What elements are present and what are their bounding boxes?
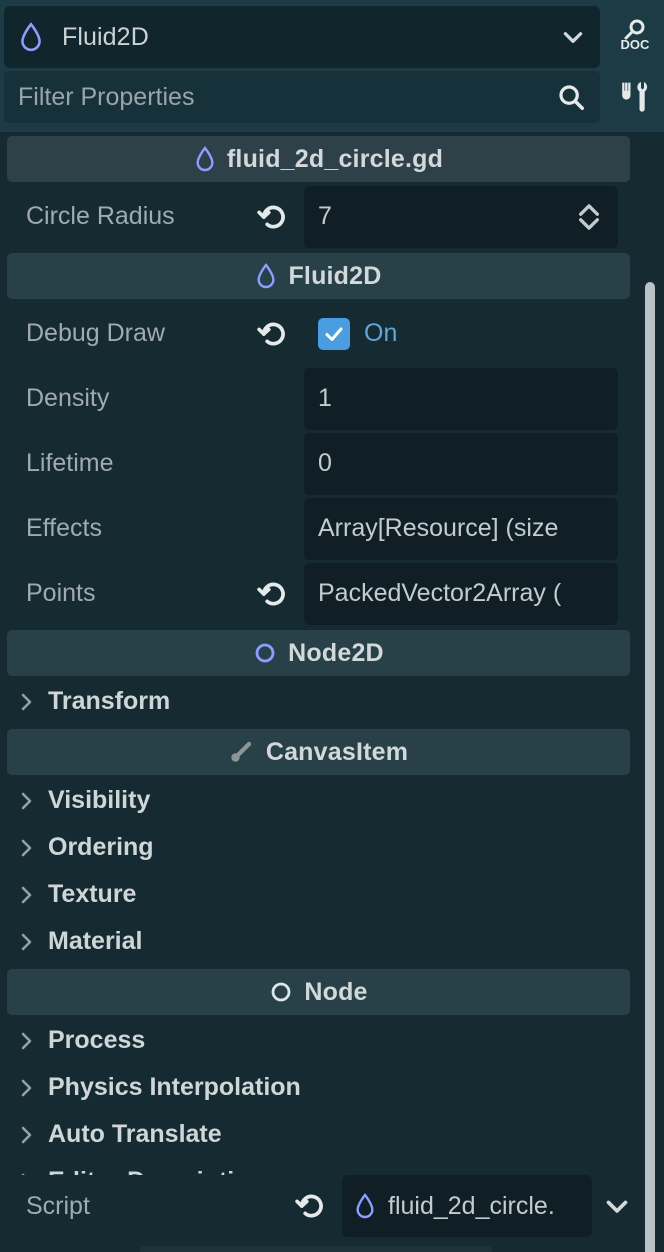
- property-label: Points: [26, 579, 96, 607]
- section-label: Physics Interpolation: [48, 1073, 301, 1101]
- filter-properties-box[interactable]: Filter Properties: [4, 71, 600, 123]
- object-tools-icon: [622, 82, 648, 112]
- value-text: 0: [318, 449, 332, 477]
- effects-value-field[interactable]: Array[Resource] (size: [304, 497, 618, 560]
- value-text: Array[Resource] (size: [318, 514, 559, 542]
- property-label: Debug Draw: [26, 319, 165, 347]
- section-transform[interactable]: Transform: [0, 678, 634, 725]
- object-tools-button[interactable]: [606, 66, 664, 128]
- debug-draw-value-field[interactable]: On: [304, 302, 618, 365]
- circle-outline-icon: [271, 982, 291, 1002]
- density-value-field[interactable]: 1: [304, 367, 618, 430]
- chevron-right-icon[interactable]: [16, 1123, 36, 1147]
- revert-icon[interactable]: [256, 317, 290, 351]
- property-row-lifetime[interactable]: Lifetime 0: [0, 431, 634, 496]
- chevron-right-icon[interactable]: [16, 836, 36, 860]
- category-header-canvasitem[interactable]: CanvasItem: [7, 729, 630, 775]
- section-ordering[interactable]: Ordering: [0, 824, 634, 871]
- search-icon[interactable]: [556, 82, 586, 112]
- value-text: 7: [318, 202, 332, 230]
- category-label: Node2D: [288, 638, 384, 667]
- property-row-effects[interactable]: Effects Array[Resource] (size: [0, 496, 634, 561]
- property-label: Circle Radius: [26, 202, 175, 230]
- property-row-points[interactable]: Points PackedVector2Array (: [0, 561, 634, 626]
- script-category-label: fluid_2d_circle.gd: [226, 144, 444, 173]
- section-visibility[interactable]: Visibility: [0, 777, 634, 824]
- fluid-droplet-icon: [257, 263, 275, 289]
- lifetime-value-field[interactable]: 0: [304, 432, 618, 495]
- property-label: Script: [26, 1191, 90, 1220]
- category-header-node2d[interactable]: Node2D: [7, 630, 630, 676]
- script-category-header[interactable]: fluid_2d_circle.gd: [7, 136, 630, 182]
- section-label: Process: [48, 1026, 146, 1054]
- property-row-circle-radius[interactable]: Circle Radius 7: [0, 184, 634, 249]
- revert-icon[interactable]: [256, 577, 290, 611]
- checkmark-icon: [325, 327, 343, 341]
- section-material[interactable]: Material: [0, 918, 634, 965]
- chevron-right-icon[interactable]: [16, 789, 36, 813]
- section-label: Transform: [48, 687, 171, 715]
- inspector-property-list[interactable]: fluid_2d_circle.gd Circle Radius 7 Fluid…: [0, 132, 664, 1252]
- filter-bar: Filter Properties: [0, 68, 664, 126]
- open-documentation-icon: DOC: [621, 19, 651, 52]
- inspector-rows: fluid_2d_circle.gd Circle Radius 7 Fluid…: [0, 136, 634, 1205]
- chevron-right-icon[interactable]: [16, 690, 36, 714]
- section-process[interactable]: Process: [0, 1017, 634, 1064]
- property-label: Effects: [26, 514, 102, 542]
- section-label: Visibility: [48, 786, 151, 814]
- section-label: Texture: [48, 880, 137, 908]
- debug-draw-checkbox[interactable]: [318, 317, 350, 350]
- section-label: Ordering: [48, 833, 154, 861]
- paintbrush-icon: [231, 741, 252, 762]
- revert-icon[interactable]: [294, 1189, 328, 1223]
- property-row-density[interactable]: Density 1: [0, 366, 634, 431]
- selected-node-name: Fluid2D: [62, 22, 149, 51]
- fluid-droplet-icon: [196, 146, 214, 172]
- category-header-node[interactable]: Node: [7, 969, 630, 1015]
- chevron-right-icon[interactable]: [16, 883, 36, 907]
- section-auto-translate[interactable]: Auto Translate: [0, 1111, 634, 1158]
- filter-properties-input[interactable]: Filter Properties: [18, 83, 556, 112]
- value-text: PackedVector2Array (: [318, 579, 562, 607]
- property-label: Lifetime: [26, 449, 114, 477]
- chevron-right-icon[interactable]: [16, 1029, 36, 1053]
- value-text: On: [364, 319, 398, 347]
- selected-node-bar: Fluid2D DOC: [0, 6, 664, 68]
- property-row-script[interactable]: Script fluid_2d_circle.: [0, 1175, 634, 1237]
- bottom-panel-edge: [140, 1246, 492, 1252]
- category-label: Node: [304, 977, 368, 1006]
- script-value-field[interactable]: fluid_2d_circle.: [342, 1175, 592, 1237]
- selected-node-dropdown[interactable]: Fluid2D: [4, 6, 600, 68]
- script-value-text: fluid_2d_circle.: [388, 1191, 555, 1220]
- property-label: Density: [26, 384, 110, 412]
- section-texture[interactable]: Texture: [0, 871, 634, 918]
- section-label: Auto Translate: [48, 1120, 222, 1148]
- revert-icon[interactable]: [256, 200, 290, 234]
- property-row-debug-draw[interactable]: Debug Draw On: [0, 301, 634, 366]
- section-physics-interpolation[interactable]: Physics Interpolation: [0, 1064, 634, 1111]
- chevron-right-icon[interactable]: [16, 930, 36, 954]
- chevron-down-icon[interactable]: [560, 24, 586, 50]
- inspector-scrollbar-track[interactable]: [644, 272, 656, 1252]
- fluid-droplet-icon: [356, 1193, 374, 1219]
- category-label: CanvasItem: [265, 737, 409, 766]
- inspector-scrollbar-thumb[interactable]: [645, 282, 655, 1252]
- value-text: 1: [318, 384, 332, 412]
- fluid-droplet-icon: [21, 22, 41, 52]
- category-header-fluid2d[interactable]: Fluid2D: [7, 253, 630, 299]
- points-value-field[interactable]: PackedVector2Array (: [304, 562, 618, 625]
- inspector-top-chrome: Fluid2D DOC Filter Properties: [0, 0, 664, 126]
- chevron-down-icon[interactable]: [600, 1189, 634, 1223]
- stepper-arrows-icon[interactable]: [574, 199, 604, 235]
- circle-outline-icon: [255, 643, 275, 663]
- open-documentation-button[interactable]: DOC: [606, 6, 664, 68]
- category-label: Fluid2D: [288, 261, 382, 290]
- circle-radius-value-field[interactable]: 7: [304, 185, 618, 248]
- chevron-right-icon[interactable]: [16, 1076, 36, 1100]
- svg-text:DOC: DOC: [621, 37, 651, 52]
- section-label: Material: [48, 927, 143, 955]
